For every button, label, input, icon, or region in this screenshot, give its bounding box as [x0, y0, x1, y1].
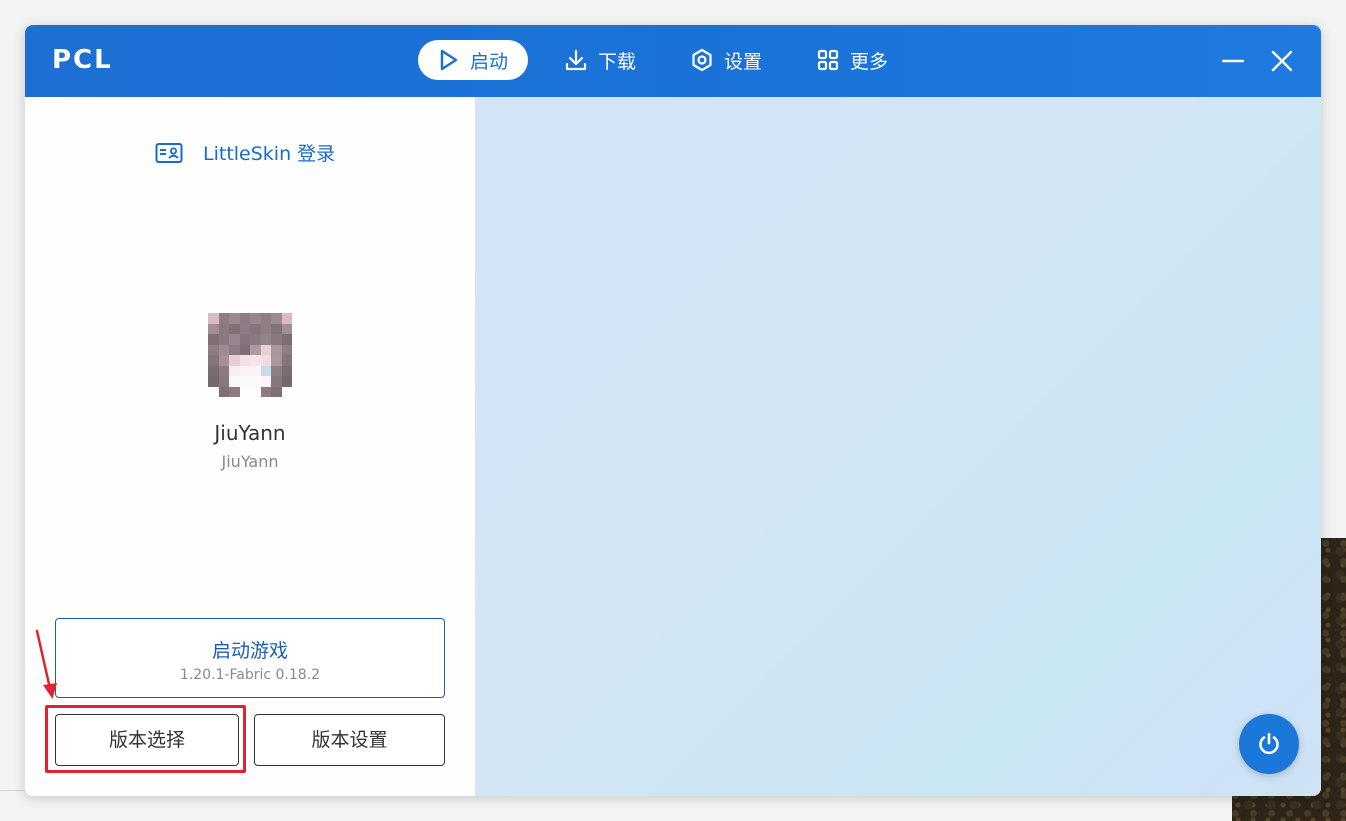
tab-settings-label: 设置	[724, 50, 763, 73]
sidebar: LittleSkin 登录 JiuYann JiuYann 启动游戏 1.20.…	[25, 97, 475, 796]
launcher-window: PCL 启动 下载 设置 更多 LittleSkin 登录 JiuYann Ji…	[25, 25, 1321, 796]
tab-download-label: 下载	[598, 50, 637, 73]
username: JiuYann	[214, 421, 286, 445]
grid-icon	[817, 49, 839, 71]
login-label: LittleSkin 登录	[203, 143, 336, 165]
top-nav: 启动 下载 设置 更多	[418, 40, 924, 80]
power-button[interactable]	[1239, 714, 1299, 774]
close-icon[interactable]	[1268, 47, 1296, 75]
user-subtitle: JiuYann	[221, 452, 279, 471]
tab-more[interactable]: 更多	[798, 40, 906, 80]
version-settings-button[interactable]: 版本设置	[254, 714, 445, 766]
launch-game-label: 启动游戏	[211, 640, 288, 662]
avatar	[208, 313, 292, 397]
app-title: PCL	[52, 45, 113, 75]
power-icon	[1259, 732, 1279, 755]
launch-version-label: 1.20.1-Fabric 0.18.2	[179, 667, 321, 683]
tab-settings[interactable]: 设置	[672, 40, 780, 80]
tab-launch-label: 启动	[470, 50, 509, 73]
id-card-icon	[155, 142, 183, 163]
tab-more-label: 更多	[850, 50, 889, 73]
minimize-icon[interactable]	[1219, 47, 1247, 75]
annotation-highlight-box	[45, 705, 246, 773]
littleskin-login-link[interactable]: LittleSkin 登录	[155, 139, 335, 166]
launch-game-button[interactable]: 启动游戏 1.20.1-Fabric 0.18.2	[55, 618, 445, 698]
main-content-area	[475, 97, 1321, 796]
title-bar[interactable]: PCL 启动 下载 设置 更多	[25, 25, 1321, 97]
background-divider	[0, 790, 25, 791]
tab-launch[interactable]: 启动	[418, 40, 529, 80]
download-icon	[565, 49, 587, 71]
annotation-arrow-icon	[35, 629, 57, 699]
settings-icon	[692, 48, 712, 72]
tab-download[interactable]: 下载	[546, 40, 654, 80]
play-icon	[440, 49, 458, 71]
